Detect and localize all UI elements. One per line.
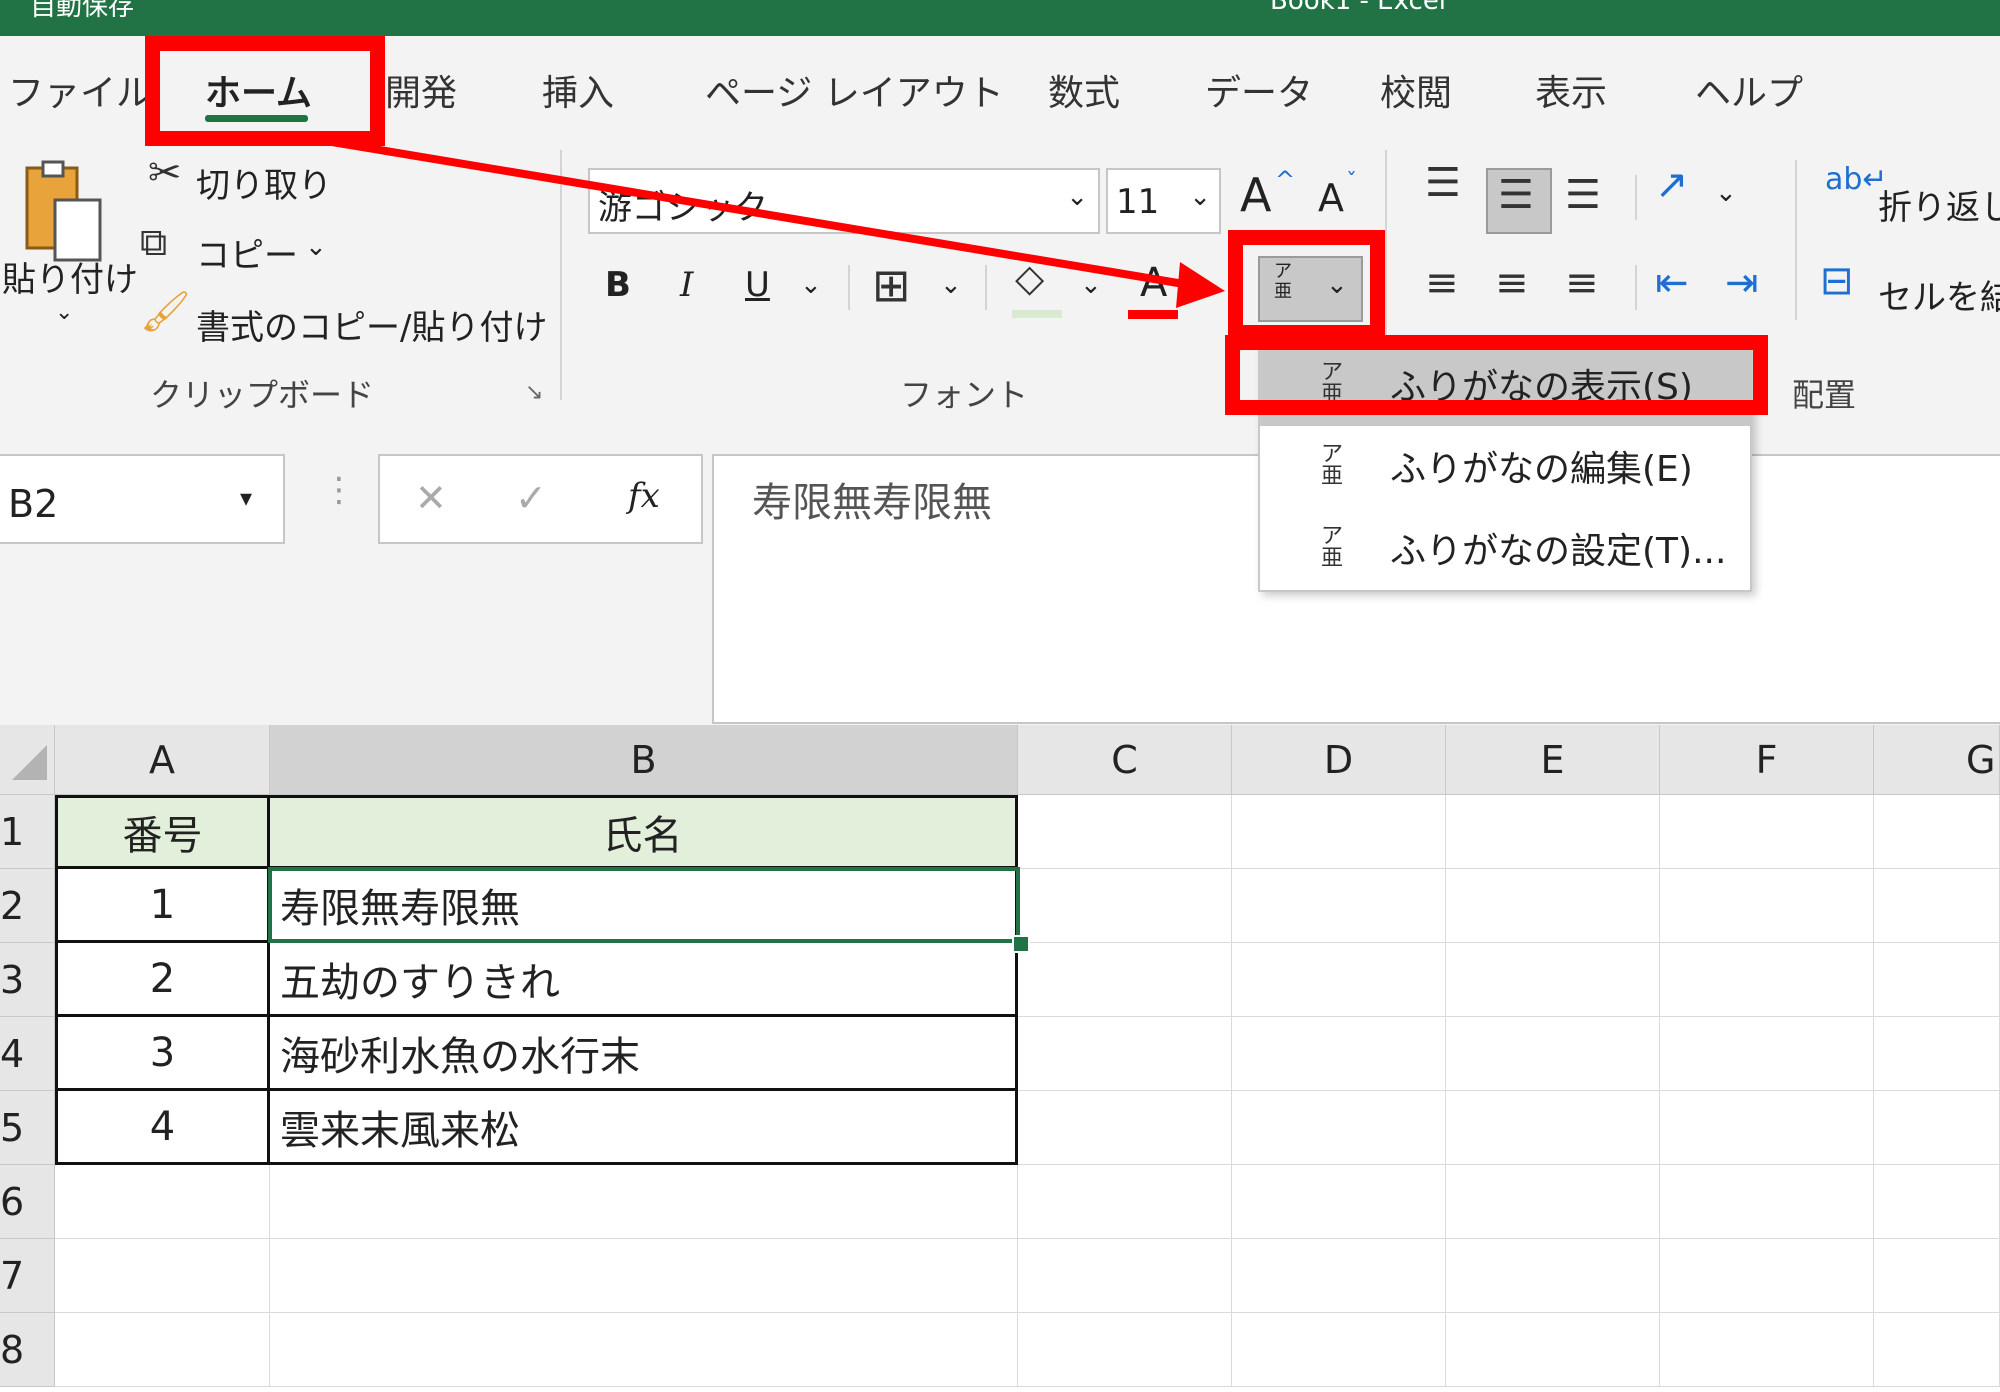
annotation-arrow — [319, 136, 1225, 308]
edit-phonetic-icon: ア亜 — [1320, 442, 1343, 489]
menu-item-label: ふりがなの編集(E) — [1390, 449, 1693, 490]
menu-item-phonetic-settings[interactable]: ア亜 ふりがなの設定(T)... — [1260, 506, 1750, 590]
menu-item-edit-phonetic[interactable]: ア亜 ふりがなの編集(E) — [1260, 424, 1750, 508]
highlight-show-phonetic-item — [1225, 335, 1768, 415]
phonetic-settings-icon: ア亜 — [1320, 524, 1343, 571]
menu-item-label: ふりがなの設定(T)... — [1390, 531, 1727, 572]
